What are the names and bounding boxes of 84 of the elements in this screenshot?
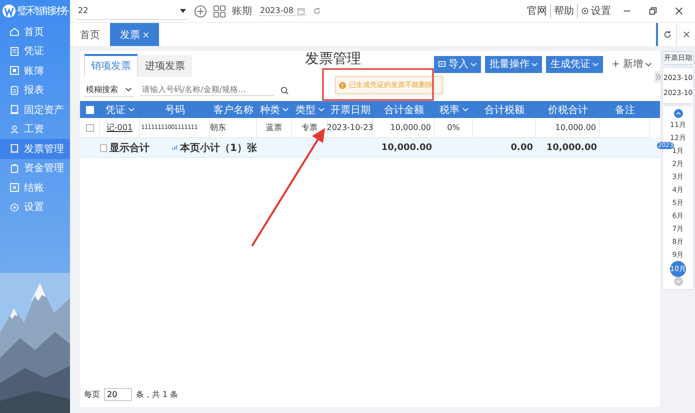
search-field[interactable]: 请输入号码/名称/金额/规格... xyxy=(140,84,274,96)
chevron-icon xyxy=(125,87,132,92)
chevron-icon xyxy=(531,62,538,66)
chevron-icon xyxy=(592,62,600,66)
sidebar-item[interactable]: 发票管理 xyxy=(0,139,70,158)
chevron-icon xyxy=(282,107,289,112)
select-all-checkbox[interactable] xyxy=(86,106,94,114)
chevron-icon xyxy=(470,62,478,66)
sidebar-item[interactable]: 账簿 xyxy=(0,61,70,80)
receipt-icon xyxy=(9,143,20,154)
clipboard-icon xyxy=(9,84,20,96)
grand-total: 10,000.00 xyxy=(546,142,597,152)
warning-icon xyxy=(339,82,346,88)
app-logo-text: 璧禾智能财务 xyxy=(17,4,68,18)
import-button[interactable]: 导入 xyxy=(434,56,482,72)
subtotal-label: 本页小计（1）张 xyxy=(180,142,257,154)
top-link[interactable]: 官网 xyxy=(527,4,547,18)
building-icon xyxy=(9,104,20,116)
document-icon xyxy=(9,46,20,57)
sidebar-item[interactable]: 固定资产 xyxy=(0,100,70,120)
action-button[interactable]: 批量操作 xyxy=(485,56,542,72)
close-icon xyxy=(675,7,683,15)
restore-icon xyxy=(649,7,657,15)
settings-icon xyxy=(9,202,20,213)
chevron-icon xyxy=(318,107,324,112)
grid-icon[interactable] xyxy=(213,4,226,18)
person-icon xyxy=(9,124,20,135)
checklist-icon xyxy=(9,182,20,194)
page-tab[interactable]: 首页 xyxy=(70,23,110,46)
chevron-icon xyxy=(128,107,134,112)
period-field[interactable]: 2023-08 xyxy=(258,6,308,16)
per-page-label: 每页 xyxy=(84,389,100,400)
sidebar-item[interactable]: 凭证 xyxy=(0,42,70,61)
row-checkbox[interactable] xyxy=(86,124,94,132)
page-tab[interactable]: 发票 xyxy=(110,23,159,46)
page-size-field[interactable]: 20 xyxy=(104,388,132,401)
column-header[interactable]: 合计税额 xyxy=(473,101,536,118)
top-link[interactable]: 帮助 xyxy=(554,4,574,18)
column-header[interactable]: 客户名称 xyxy=(210,101,257,118)
calendar-icon xyxy=(297,6,306,14)
sidebar-item[interactable]: 资金管理 xyxy=(0,158,70,178)
refresh-icon xyxy=(662,30,672,39)
search-mode-select[interactable]: 模糊搜索 xyxy=(84,83,134,97)
home-icon xyxy=(9,26,20,38)
sidebar-item[interactable]: 设置 xyxy=(0,198,70,217)
invoice-tab[interactable]: 进项发票 xyxy=(138,55,192,77)
scroll-up-icon[interactable] xyxy=(674,109,682,118)
column-header[interactable]: 开票日期 xyxy=(328,101,373,118)
column-header[interactable]: 价税合计 xyxy=(536,101,600,118)
show-total-label: 显示合计 xyxy=(110,142,150,154)
total-tax: 0.00 xyxy=(510,142,533,152)
action-button[interactable]: 生成凭证 xyxy=(546,56,604,72)
settings-icon xyxy=(581,7,589,15)
column-header[interactable]: 种类 xyxy=(257,101,292,118)
top-link[interactable]: 设置 xyxy=(591,4,611,18)
close-icon[interactable] xyxy=(143,32,149,38)
show-total-checkbox[interactable] xyxy=(100,144,107,152)
wallet-icon xyxy=(9,162,20,174)
column-header[interactable]: 合计金额 xyxy=(373,101,435,118)
chevron-icon xyxy=(645,62,652,66)
bar-chart-icon xyxy=(172,144,178,151)
sidebar-item[interactable]: 首页 xyxy=(0,22,70,42)
book-icon xyxy=(9,65,20,76)
refresh-icon[interactable] xyxy=(313,7,322,15)
column-header[interactable]: 备注 xyxy=(600,101,650,118)
search-icon[interactable] xyxy=(280,86,289,94)
import-icon xyxy=(438,60,446,68)
sidebar-item[interactable]: 报表 xyxy=(0,80,70,100)
column-header[interactable]: 类型 xyxy=(292,101,328,118)
account-select[interactable]: 22 xyxy=(76,2,188,20)
sidebar-item[interactable]: 工资 xyxy=(0,120,70,139)
page-title: 发票管理 xyxy=(304,51,362,67)
period-label: 账期 xyxy=(232,4,252,18)
chevron-icon xyxy=(462,107,468,112)
column-header[interactable]: 号码 xyxy=(140,101,210,118)
voucher-link[interactable]: 记-001 xyxy=(106,122,133,133)
column-header[interactable]: 税率 xyxy=(435,101,473,118)
add-icon[interactable] xyxy=(194,4,207,18)
sidebar-item[interactable]: 结账 xyxy=(0,178,70,198)
column-header[interactable]: 凭证 xyxy=(100,101,140,118)
record-count: 条，共 1 条 xyxy=(136,389,178,400)
close-icon xyxy=(682,31,690,38)
logo-icon xyxy=(2,4,16,18)
total-amount: 10,000.00 xyxy=(381,142,432,152)
